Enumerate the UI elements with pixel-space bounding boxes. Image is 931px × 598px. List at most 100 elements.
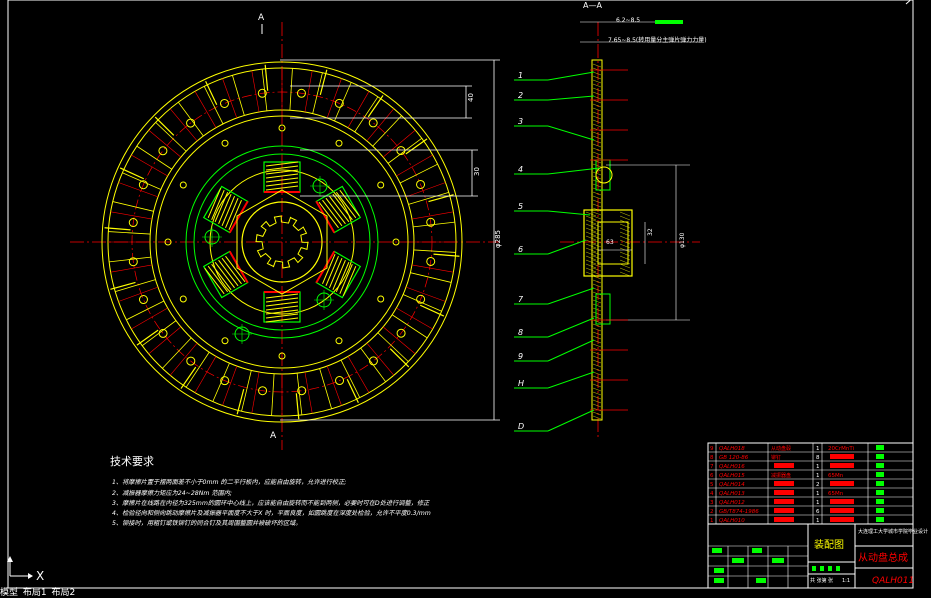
bom-qty: 8 — [816, 455, 820, 461]
tab-layout-2[interactable]: 布局2 — [52, 588, 76, 598]
tech-line-3: 3、摩擦片在线路在内径为325mm的圆环中心线上，应该能自由旋转而不能到两侧，必… — [112, 499, 430, 507]
inner-rivet — [179, 181, 187, 189]
bom-index: 5 — [710, 482, 714, 488]
radial-slot — [154, 116, 175, 136]
segment-line — [251, 70, 260, 113]
radial-slot — [405, 138, 428, 155]
tab-model[interactable]: 模型 — [0, 588, 18, 598]
slot-line — [408, 192, 449, 205]
bom-index: 7 — [710, 464, 714, 470]
bom-name: 铆钉 — [771, 454, 781, 461]
bom-name: 减振器盘 — [771, 472, 791, 479]
dim-63: 63 — [606, 239, 614, 246]
slot-line — [289, 68, 293, 111]
slot-line — [413, 249, 456, 253]
segment-line — [118, 182, 159, 198]
slot-line — [112, 201, 154, 212]
leader-label: 9 — [518, 352, 523, 361]
dim-hub-dia: φ130 — [679, 232, 686, 248]
product-name: 从动盘总成 — [858, 551, 908, 564]
bom-code: GB/T874-1986 — [719, 509, 759, 515]
slot-line — [319, 368, 332, 409]
slot-line — [271, 373, 275, 416]
bom-index: 3 — [710, 500, 714, 506]
inner-rivet — [221, 139, 229, 147]
segment-line — [405, 286, 446, 302]
slot-line — [232, 75, 245, 116]
segment-line — [251, 371, 260, 414]
tech-title: 技术要求 — [110, 455, 154, 468]
segment-line — [131, 307, 168, 330]
radial-slot — [180, 366, 197, 389]
drawing-type: 装配图 — [814, 538, 844, 551]
bom-index: 9 — [710, 446, 714, 452]
slot-line — [410, 272, 452, 283]
segment-line — [382, 129, 416, 158]
dim-top-note: 7.65~8.5(转用量分主弹片弹力力量) — [608, 36, 707, 44]
bom-qty: 1 — [816, 446, 820, 452]
damper-spring — [202, 185, 249, 234]
bom-code: QALH016 — [719, 464, 745, 470]
segment-line — [405, 182, 446, 198]
rivet — [219, 98, 229, 108]
segment-line — [382, 326, 416, 355]
rivet — [138, 295, 148, 305]
part-number: QALH011 — [872, 576, 914, 586]
radial-slot — [389, 348, 410, 368]
cad-drawing-canvas[interactable]: A A φ285 40 30 A—A 6.2~8.5 7.65~8.5(转用量分… — [0, 0, 931, 598]
inner-rivet — [221, 337, 229, 345]
slot-line — [115, 279, 156, 292]
bom-code: QALH010 — [719, 518, 745, 524]
segment-line — [366, 342, 395, 376]
scale: 1:1 — [842, 578, 850, 584]
segment-line — [110, 211, 153, 220]
segment-line — [131, 154, 168, 177]
bom-material: 65Mn — [828, 473, 844, 479]
bom-code: QALH012 — [719, 500, 745, 506]
bom-code: GB 120-86 — [719, 455, 749, 461]
segment-line — [347, 91, 370, 128]
slot-line — [126, 300, 165, 321]
rivet — [158, 146, 168, 156]
dim-40: 40 — [467, 93, 475, 102]
bom-qty: 2 — [816, 482, 820, 488]
bom-qty: 6 — [816, 509, 820, 515]
bom-qty: 1 — [816, 500, 820, 506]
inner-rivet — [377, 181, 385, 189]
tech-line-4: 4、检验径向和侧向跳动摩擦片及减振器平面度不大于X 时，平面良度，如圆跳度在深度… — [112, 509, 431, 517]
damper-spring — [315, 250, 362, 299]
damper-spring — [202, 250, 249, 299]
institution: 大连理工大学城市学院毕业设计 — [858, 528, 928, 535]
leader-label: D — [518, 422, 524, 431]
bom-material: 20CrMnTi — [828, 446, 855, 452]
tab-layout-1[interactable]: 布局1 — [23, 588, 47, 598]
bom-code: QALH013 — [719, 491, 745, 497]
title-block: 装配图 大连理工大学城市学院毕业设计 从动盘总成 QALH011 共 张第 张 … — [707, 523, 928, 589]
sheet-info: 共 张第 张 — [810, 577, 833, 584]
frame-corner-tick — [905, 0, 912, 5]
damper-spring — [315, 185, 362, 234]
part-leaders: 1 2 3 4 5 6 7 8 9 H D — [514, 71, 601, 432]
segment-line — [396, 307, 433, 330]
ucs-x-label: X — [36, 569, 44, 583]
segment-line — [396, 154, 433, 177]
tech-requirements: 技术要求 1、将摩擦片置于摆两面差不小于0mm 的二平行板内，应能自由旋转，允许… — [110, 455, 431, 527]
leader-label: 8 — [518, 328, 523, 337]
bom-table: 9 QALH018 从动盘毂 1 20CrMnTi 8 GB 120-86 铆钉 8 7 QALH0… — [707, 442, 914, 525]
leader-label: 3 — [518, 117, 523, 126]
inner-rivet — [179, 295, 187, 303]
leader-label: 7 — [518, 295, 524, 304]
section-mark-top: A — [258, 13, 265, 23]
segment-line — [304, 371, 313, 414]
bom-code: QALH018 — [719, 446, 745, 452]
slot-line — [108, 231, 151, 235]
bom-index: 8 — [710, 455, 714, 461]
slot-line — [162, 337, 192, 369]
segment-line — [169, 108, 198, 142]
tech-line-2: 2、减振器摩擦力矩应为24~28Nm 范围内; — [112, 489, 232, 497]
section-title-aa: A—A — [583, 1, 602, 10]
dim-top-small: 6.2~8.5 — [616, 17, 640, 24]
leader-label: 6 — [518, 245, 523, 254]
rivet — [368, 118, 378, 128]
bom-name: 从动盘毂 — [771, 445, 791, 452]
